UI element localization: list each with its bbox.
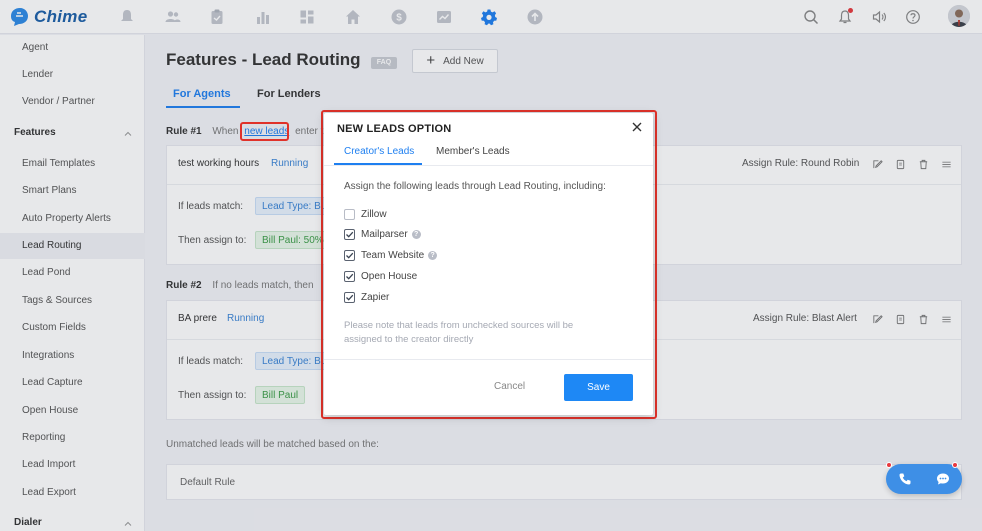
zapier-label: Zapier	[361, 291, 390, 303]
open-house-label: Open House	[361, 270, 418, 282]
chat-icon[interactable]	[935, 471, 951, 487]
option-open-house[interactable]: Open House	[344, 269, 417, 283]
option-mailparser[interactable]: Mailparser ?	[344, 227, 421, 241]
zillow-checkbox[interactable]	[344, 208, 355, 220]
option-zillow[interactable]: Zillow	[344, 207, 387, 221]
phone-icon[interactable]	[897, 471, 913, 487]
modal-note: Please note that leads from unchecked so…	[344, 320, 574, 345]
modal-footer-divider	[324, 359, 653, 360]
team-website-checkbox[interactable]	[344, 249, 355, 261]
chat-notification-dot	[952, 462, 958, 468]
modal-title: NEW LEADS OPTION	[337, 123, 452, 135]
check-icon	[346, 273, 354, 280]
help-icon[interactable]: ?	[411, 229, 421, 239]
check-icon	[346, 294, 354, 301]
cancel-button[interactable]: Cancel	[494, 381, 525, 392]
zillow-label: Zillow	[361, 208, 387, 220]
zapier-checkbox[interactable]	[344, 291, 355, 303]
option-zapier[interactable]: Zapier	[344, 290, 389, 304]
phone-notification-dot	[886, 462, 892, 468]
mailparser-label: Mailparser	[361, 228, 408, 240]
team-website-label: Team Website	[361, 249, 425, 261]
save-button[interactable]: Save	[564, 374, 633, 401]
modal-tabs-divider	[324, 165, 653, 166]
new-leads-link-highlight	[240, 122, 289, 141]
tab-creators-leads[interactable]: Creator's Leads	[344, 146, 414, 157]
mailparser-checkbox[interactable]	[344, 228, 355, 240]
check-icon	[346, 231, 354, 238]
option-team-website[interactable]: Team Website ?	[344, 248, 438, 262]
tab-members-leads[interactable]: Member's Leads	[436, 146, 510, 157]
close-icon[interactable]	[631, 121, 643, 133]
help-icon[interactable]: ?	[428, 250, 438, 260]
floating-contact-buttons	[886, 462, 962, 494]
open-house-checkbox[interactable]	[344, 270, 355, 282]
new-leads-option-dialog: NEW LEADS OPTION Creator's Leads Member'…	[324, 113, 653, 415]
check-icon	[346, 252, 354, 259]
modal-intro-text: Assign the following leads through Lead …	[344, 181, 606, 192]
